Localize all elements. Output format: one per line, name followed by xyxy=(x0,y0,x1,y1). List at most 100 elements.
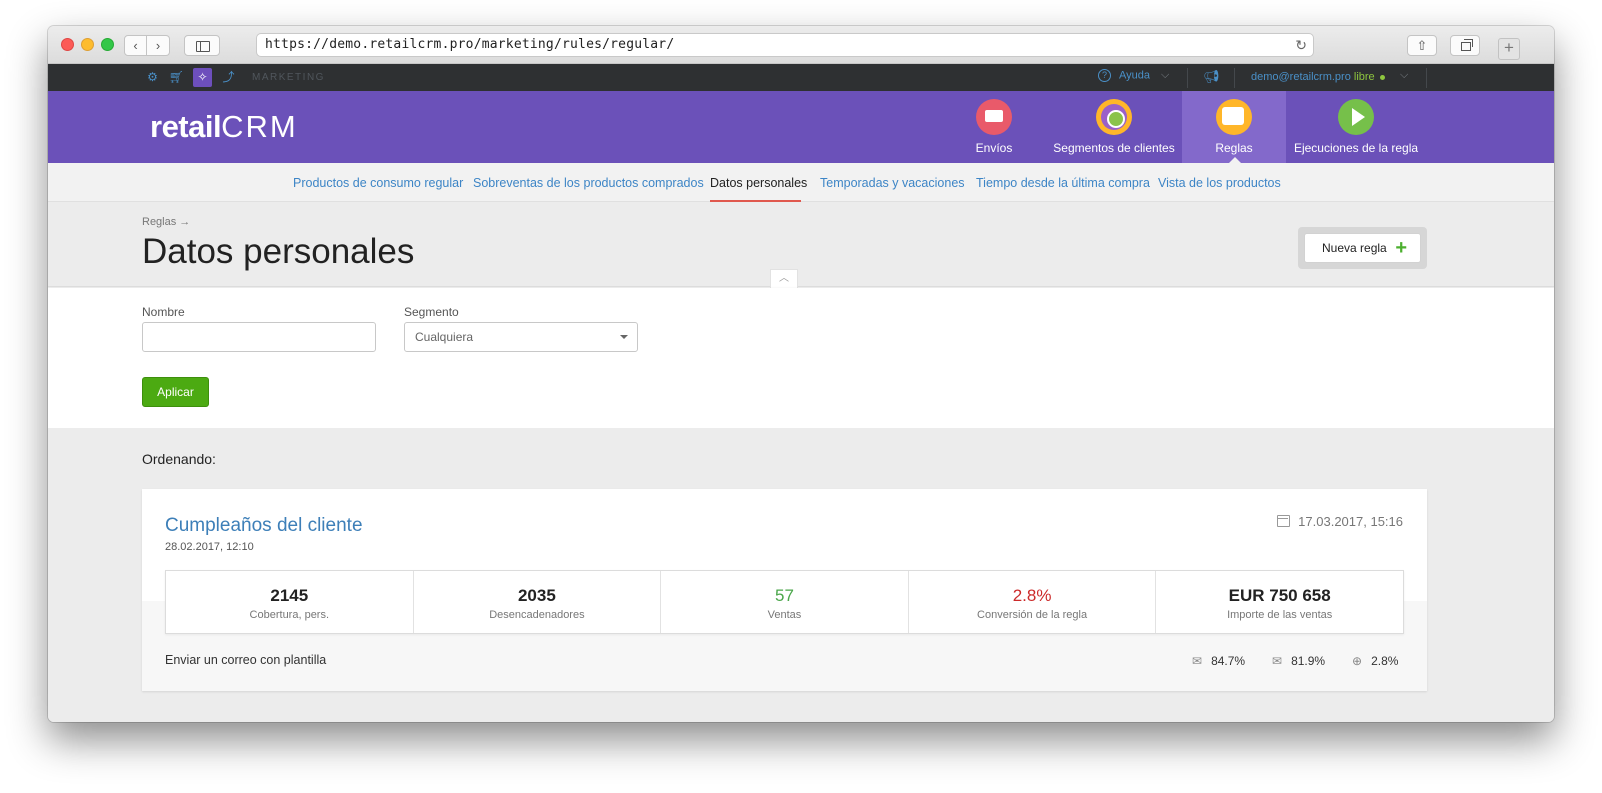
app-topbar: ⚙ 🛒︎ ✧ ⤴ MARKETING ? Ayuda ⌵ 📢︎ demo@reta… xyxy=(48,64,1554,91)
divider xyxy=(1426,68,1427,88)
subnav-item-tiempo-ultima-compra[interactable]: Tiempo desde la última compra xyxy=(976,176,1150,190)
share-icon: ⇧ xyxy=(1416,38,1428,53)
updated-date-text: 17.03.2017, 15:16 xyxy=(1298,514,1403,529)
stat-revenue: EUR 750 658 Importe de las ventas xyxy=(1156,571,1403,633)
segment-field-label: Segmento xyxy=(404,305,459,319)
metric-opened: ✉ 81.9% xyxy=(1272,654,1325,668)
app-header: retailCRM Envíos Segmentos de clientes R… xyxy=(48,91,1554,163)
user-menu[interactable]: demo@retailcrm.pro libre xyxy=(1251,71,1375,83)
stat-label: Ventas xyxy=(767,609,802,621)
chevron-up-icon: ︿ xyxy=(779,273,789,284)
close-window-button[interactable] xyxy=(61,38,74,51)
name-field-label: Nombre xyxy=(142,305,185,319)
tabs-overview-button[interactable] xyxy=(1450,35,1480,56)
online-status-icon xyxy=(1380,75,1385,80)
rules-icon xyxy=(1216,99,1252,135)
settings-gear-icon[interactable]: ⚙ xyxy=(144,69,161,86)
logo-text: retail xyxy=(150,109,222,144)
segment-select-value: Cualquiera xyxy=(415,330,474,344)
rule-name-link[interactable]: Cumpleaños del cliente xyxy=(165,515,363,537)
module-segmentos[interactable]: Segmentos de clientes xyxy=(1048,91,1180,163)
click-icon: ⊕ xyxy=(1352,654,1363,668)
logo[interactable]: retailCRM xyxy=(150,109,298,145)
name-field[interactable] xyxy=(142,322,376,352)
metric-value: 84.7% xyxy=(1211,654,1246,668)
forward-button[interactable]: › xyxy=(147,35,170,56)
subnav-item-temporadas[interactable]: Temporadas y vacaciones xyxy=(820,176,965,190)
metric-value: 2.8% xyxy=(1371,654,1399,668)
address-bar[interactable]: https://demo.retailcrm.pro/marketing/rul… xyxy=(256,33,1314,57)
rule-updated-date: 17.03.2017, 15:16 xyxy=(1277,514,1403,529)
minimize-window-button[interactable] xyxy=(81,38,94,51)
chevron-down-icon[interactable]: ⌵ xyxy=(1400,69,1408,82)
envelope-icon xyxy=(976,99,1012,135)
new-tab-button[interactable]: + xyxy=(1498,38,1520,60)
stat-value: 2.8% xyxy=(1012,586,1052,605)
help-link[interactable]: ? Ayuda xyxy=(1098,69,1150,82)
new-rule-label: Nueva regla xyxy=(1322,241,1387,255)
sub-navigation: Productos de consumo regular Sobreventas… xyxy=(48,163,1554,202)
stat-label: Desencadenadores xyxy=(489,609,585,621)
stat-label: Importe de las ventas xyxy=(1227,609,1333,621)
new-rule-wrapper: Nueva regla + xyxy=(1298,227,1427,269)
stat-sales: 57 Ventas xyxy=(661,571,909,633)
back-button[interactable]: ‹ xyxy=(124,35,147,56)
stat-value: EUR 750 658 xyxy=(1228,586,1331,605)
marketing-target-icon[interactable]: ✧ xyxy=(193,68,212,87)
rule-action: Enviar un correo con plantilla xyxy=(165,653,327,667)
filter-panel: Nombre Segmento Cualquiera Aplicar xyxy=(48,288,1554,428)
mail-sent-icon: ✉ xyxy=(1192,654,1203,668)
analytics-chart-icon[interactable]: ⤴ xyxy=(220,69,237,86)
sidebar-toggle-button[interactable] xyxy=(184,35,220,56)
metric-delivered: ✉ 84.7% xyxy=(1192,654,1245,668)
browser-toolbar: ‹ › https://demo.retailcrm.pro/marketing… xyxy=(48,26,1554,64)
page-title: Datos personales xyxy=(142,232,415,271)
page-header: Reglas → Datos personales Nueva regla + xyxy=(48,202,1554,287)
section-label: MARKETING xyxy=(252,72,325,83)
chevron-right-icon: › xyxy=(155,38,161,53)
browser-window: ‹ › https://demo.retailcrm.pro/marketing… xyxy=(48,26,1554,722)
stat-label: Conversión de la regla xyxy=(977,609,1088,621)
help-icon: ? xyxy=(1098,69,1111,82)
subnav-item-datos-personales[interactable]: Datos personales xyxy=(710,176,807,190)
cart-icon[interactable]: 🛒︎ xyxy=(168,69,185,86)
reload-icon[interactable]: ↻ xyxy=(1295,37,1307,54)
subnav-item-productos-consumo[interactable]: Productos de consumo regular xyxy=(293,176,463,190)
mail-open-icon: ✉ xyxy=(1272,654,1283,668)
metric-value: 81.9% xyxy=(1291,654,1326,668)
metric-clicks: ⊕ 2.8% xyxy=(1352,654,1398,668)
collapse-filter-button[interactable]: ︿ xyxy=(770,269,798,288)
module-label: Segmentos de clientes xyxy=(1053,141,1175,155)
stat-value: 2035 xyxy=(517,586,556,605)
logo-text-crm: CRM xyxy=(221,109,298,144)
plus-icon: + xyxy=(1395,237,1407,259)
new-rule-button[interactable]: Nueva regla + xyxy=(1304,233,1421,263)
subnav-item-vista-productos[interactable]: Vista de los productos xyxy=(1158,176,1281,190)
rules-list: Ordenando: Cumpleaños del cliente 28.02.… xyxy=(48,428,1554,722)
divider xyxy=(1234,68,1235,88)
sorting-label: Ordenando: xyxy=(142,451,216,467)
megaphone-icon[interactable]: 📢︎ xyxy=(1203,69,1220,85)
module-envios[interactable]: Envíos xyxy=(958,91,1030,163)
stat-conversion: 2.8% Conversión de la regla xyxy=(909,571,1157,633)
apply-button[interactable]: Aplicar xyxy=(142,377,209,407)
module-ejecuciones[interactable]: Ejecuciones de la regla xyxy=(1288,91,1424,163)
caret-down-icon xyxy=(620,335,628,339)
maximize-window-button[interactable] xyxy=(101,38,114,51)
share-button[interactable]: ⇧ xyxy=(1407,35,1437,56)
calendar-icon xyxy=(1277,515,1291,527)
chevron-down-icon[interactable]: ⌵ xyxy=(1161,69,1169,82)
help-label: Ayuda xyxy=(1119,69,1150,82)
rule-stats: 2145 Cobertura, pers. 2035 Desencadenado… xyxy=(165,570,1404,634)
segment-select[interactable]: Cualquiera xyxy=(404,322,638,352)
play-icon xyxy=(1338,99,1374,135)
divider xyxy=(1187,68,1188,88)
stat-coverage: 2145 Cobertura, pers. xyxy=(166,571,414,633)
module-label: Reglas xyxy=(1215,141,1253,155)
user-plan: libre xyxy=(1353,71,1375,83)
user-email: demo@retailcrm.pro xyxy=(1251,71,1351,83)
breadcrumb[interactable]: Reglas → xyxy=(142,216,190,228)
stat-value: 57 xyxy=(775,586,794,605)
module-reglas[interactable]: Reglas xyxy=(1182,91,1286,163)
subnav-item-sobreventas[interactable]: Sobreventas de los productos comprados xyxy=(473,176,704,190)
